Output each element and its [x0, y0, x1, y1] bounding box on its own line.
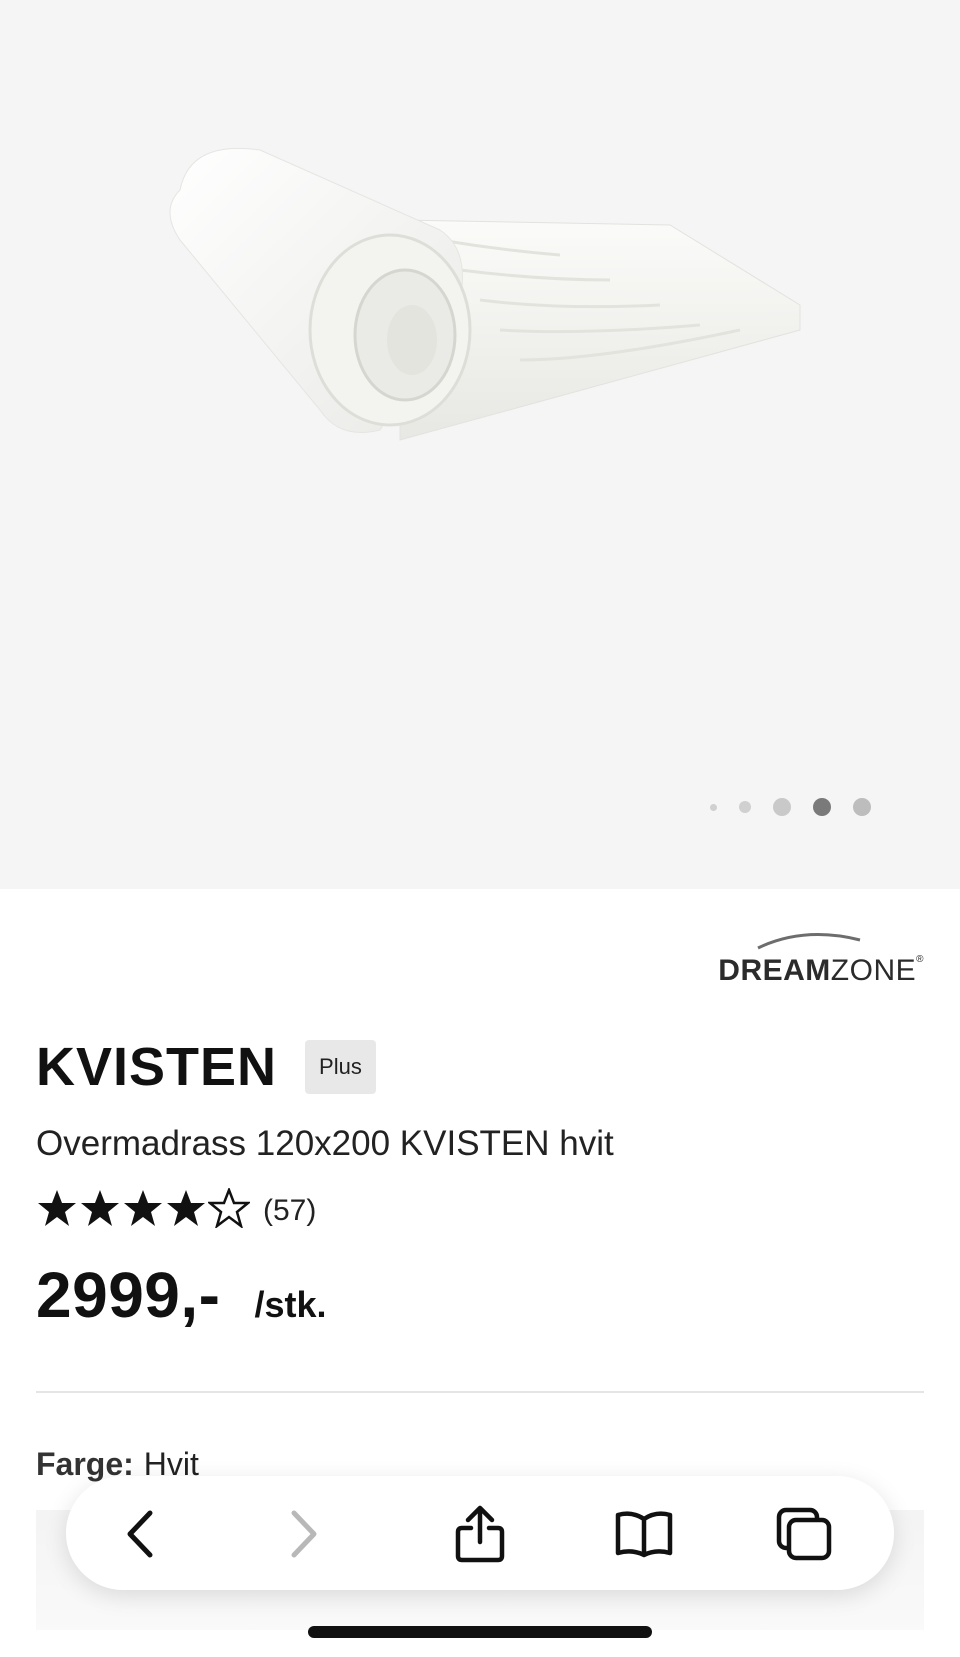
star-filled-icon — [124, 1190, 162, 1226]
brand-logo[interactable]: DREAMZONE® — [704, 930, 924, 1000]
pagination-dot[interactable] — [853, 798, 871, 816]
star-filled-icon — [81, 1190, 119, 1226]
price-row: 2999,- /stk. — [36, 1258, 327, 1332]
gallery-pagination[interactable] — [710, 798, 871, 816]
price-unit: /stk. — [254, 1284, 327, 1325]
star-empty-icon — [208, 1188, 250, 1228]
star-filled-icon — [38, 1190, 76, 1226]
product-description: Overmadrass 120x200 KVISTEN hvit — [36, 1124, 614, 1163]
pagination-dot[interactable] — [710, 803, 717, 811]
share-button[interactable] — [450, 1504, 510, 1564]
brand-swoosh-icon — [757, 933, 861, 950]
product-rating[interactable]: (57) — [36, 1188, 316, 1233]
product-title-row: KVISTEN Plus — [36, 1036, 376, 1098]
product-title: KVISTEN — [36, 1037, 278, 1097]
bookmarks-button[interactable] — [614, 1504, 674, 1564]
pagination-dot-active[interactable] — [813, 798, 831, 816]
tabs-button[interactable] — [774, 1504, 834, 1564]
brand-name: DREAMZONE® — [718, 954, 924, 987]
chevron-right-icon — [291, 1510, 317, 1558]
pagination-dot[interactable] — [739, 801, 751, 813]
forward-button[interactable] — [274, 1504, 334, 1564]
divider — [36, 1391, 924, 1393]
rating-stars — [36, 1188, 251, 1233]
share-icon — [455, 1505, 505, 1563]
review-count[interactable]: (57) — [263, 1194, 316, 1228]
star-filled-icon — [167, 1190, 205, 1226]
chevron-left-icon — [127, 1510, 153, 1558]
home-indicator[interactable] — [308, 1626, 652, 1638]
product-image — [169, 147, 801, 441]
back-button[interactable] — [110, 1504, 170, 1564]
tabs-icon — [776, 1507, 832, 1561]
plus-badge: Plus — [305, 1040, 376, 1094]
browser-toolbar — [66, 1476, 894, 1590]
pagination-dot[interactable] — [773, 798, 791, 816]
product-image-gallery[interactable] — [0, 0, 960, 889]
book-icon — [615, 1511, 673, 1558]
product-price: 2999,- — [36, 1259, 221, 1331]
